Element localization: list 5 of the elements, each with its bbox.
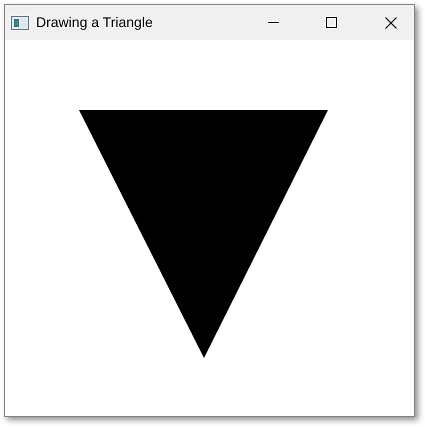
app-icon [11,16,29,30]
minimize-icon [268,22,278,23]
maximize-icon [326,17,336,28]
close-icon [385,16,397,28]
window-title: Drawing a Triangle [36,13,153,32]
